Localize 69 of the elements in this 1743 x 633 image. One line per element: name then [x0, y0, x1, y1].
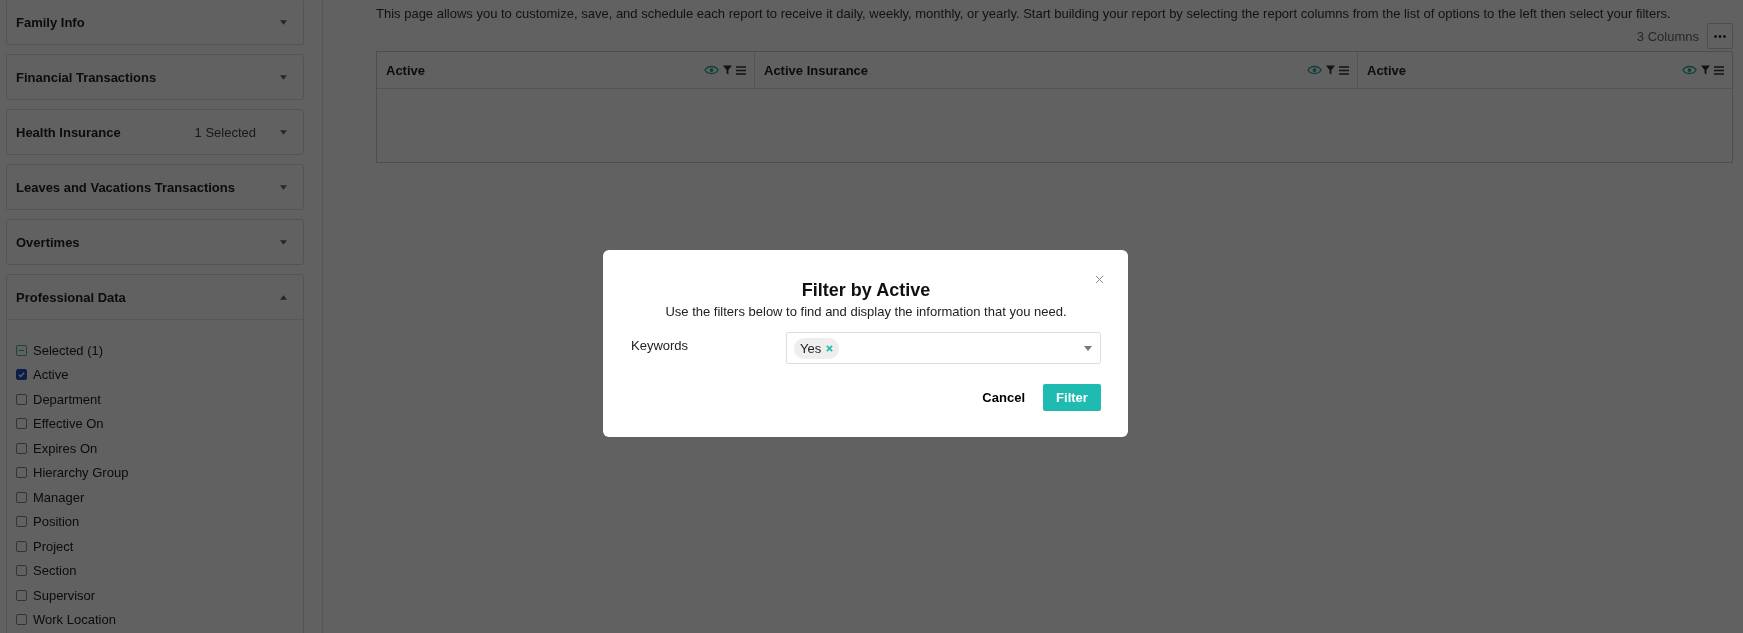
column-header: Active — [1367, 62, 1408, 78]
option-label: Manager — [33, 489, 85, 505]
filter-icon[interactable] — [1701, 65, 1710, 75]
checkbox[interactable] — [16, 516, 27, 528]
section-title: Leaves and Vacations Transactions — [16, 179, 236, 195]
accordion-header[interactable]: Leaves and Vacations Transactions — [7, 165, 303, 209]
filter-icon[interactable] — [723, 65, 732, 75]
section-title: Family Info — [16, 14, 86, 30]
checkbox[interactable] — [16, 589, 27, 601]
eye-icon[interactable] — [1307, 65, 1322, 75]
option-label: Effective On — [33, 416, 104, 432]
accordion-header[interactable]: Financial Transactions — [7, 55, 303, 99]
dialog-subtitle: Use the filters below to find and display the information that you need. — [664, 304, 1068, 319]
caret-icon — [280, 74, 287, 80]
selected-group-label: Selected (1) — [33, 342, 104, 358]
checkbox[interactable] — [16, 442, 27, 454]
field-label: Keywords — [631, 337, 690, 353]
section-title: Health Insurance — [16, 124, 122, 140]
option-label: Work Location — [33, 612, 116, 628]
accordion-header[interactable]: Health Insurance 1 Selected — [7, 110, 303, 154]
dialog-title: Filter by Active — [800, 280, 932, 301]
column-header: Active — [386, 62, 427, 78]
section-title: Professional Data — [16, 289, 127, 305]
more-icon — [1714, 34, 1726, 38]
column-header: Active Insurance — [764, 62, 870, 78]
menu-icon[interactable] — [1339, 65, 1349, 75]
dropdown-caret-icon — [1084, 345, 1092, 351]
cancel-button[interactable]: Cancel — [982, 384, 1025, 411]
checkbox[interactable] — [16, 491, 27, 503]
menu-icon[interactable] — [736, 65, 746, 75]
selection-count: 1 Selected — [194, 124, 256, 140]
option-label: Active — [33, 367, 69, 383]
option-label: Hierarchy Group — [33, 465, 129, 481]
checkbox[interactable] — [16, 393, 27, 405]
menu-icon[interactable] — [1714, 65, 1724, 75]
eye-icon[interactable] — [704, 65, 719, 75]
remove-icon[interactable] — [826, 344, 834, 352]
section-title: Financial Transactions — [16, 69, 158, 85]
caret-icon — [280, 129, 287, 135]
close-icon[interactable] — [1095, 275, 1104, 284]
tag-label: Yes — [800, 340, 822, 356]
keywords-select[interactable]: Yes — [786, 332, 1101, 364]
checkbox[interactable] — [16, 614, 27, 626]
caret-icon — [280, 19, 287, 25]
filter-button[interactable]: Filter — [1043, 384, 1101, 411]
option-label: Position — [33, 514, 80, 530]
checkbox[interactable] — [16, 565, 27, 577]
column-count: 3 Columns — [1636, 28, 1699, 44]
caret-icon — [280, 239, 287, 245]
description-text: This page allows you to customize, save, and schedule each report to receive it daily, weekly, monthly, or yearly. Start building your report by selecting the report columns from the list of options to the left then select your filters. — [376, 6, 1672, 21]
accordion-header[interactable]: Family Info — [7, 0, 303, 44]
accordion-header[interactable]: Professional Data — [7, 275, 303, 319]
option-label: Project — [33, 538, 74, 554]
eye-icon[interactable] — [1682, 65, 1697, 75]
caret-icon — [280, 294, 287, 300]
option-label: Section — [33, 563, 77, 579]
filter-icon[interactable] — [1326, 65, 1335, 75]
checkbox[interactable] — [16, 540, 27, 552]
checkbox[interactable] — [16, 467, 27, 479]
checkbox[interactable] — [16, 369, 27, 381]
caret-icon — [280, 184, 287, 190]
option-label: Expires On — [33, 440, 98, 456]
more-button[interactable] — [1707, 23, 1733, 49]
accordion-header[interactable]: Overtimes — [7, 220, 303, 264]
option-label: Supervisor — [33, 587, 96, 603]
option-label: Department — [33, 391, 101, 407]
collapse-icon[interactable] — [16, 344, 27, 356]
checkbox[interactable] — [16, 418, 27, 430]
section-title: Overtimes — [16, 234, 81, 250]
